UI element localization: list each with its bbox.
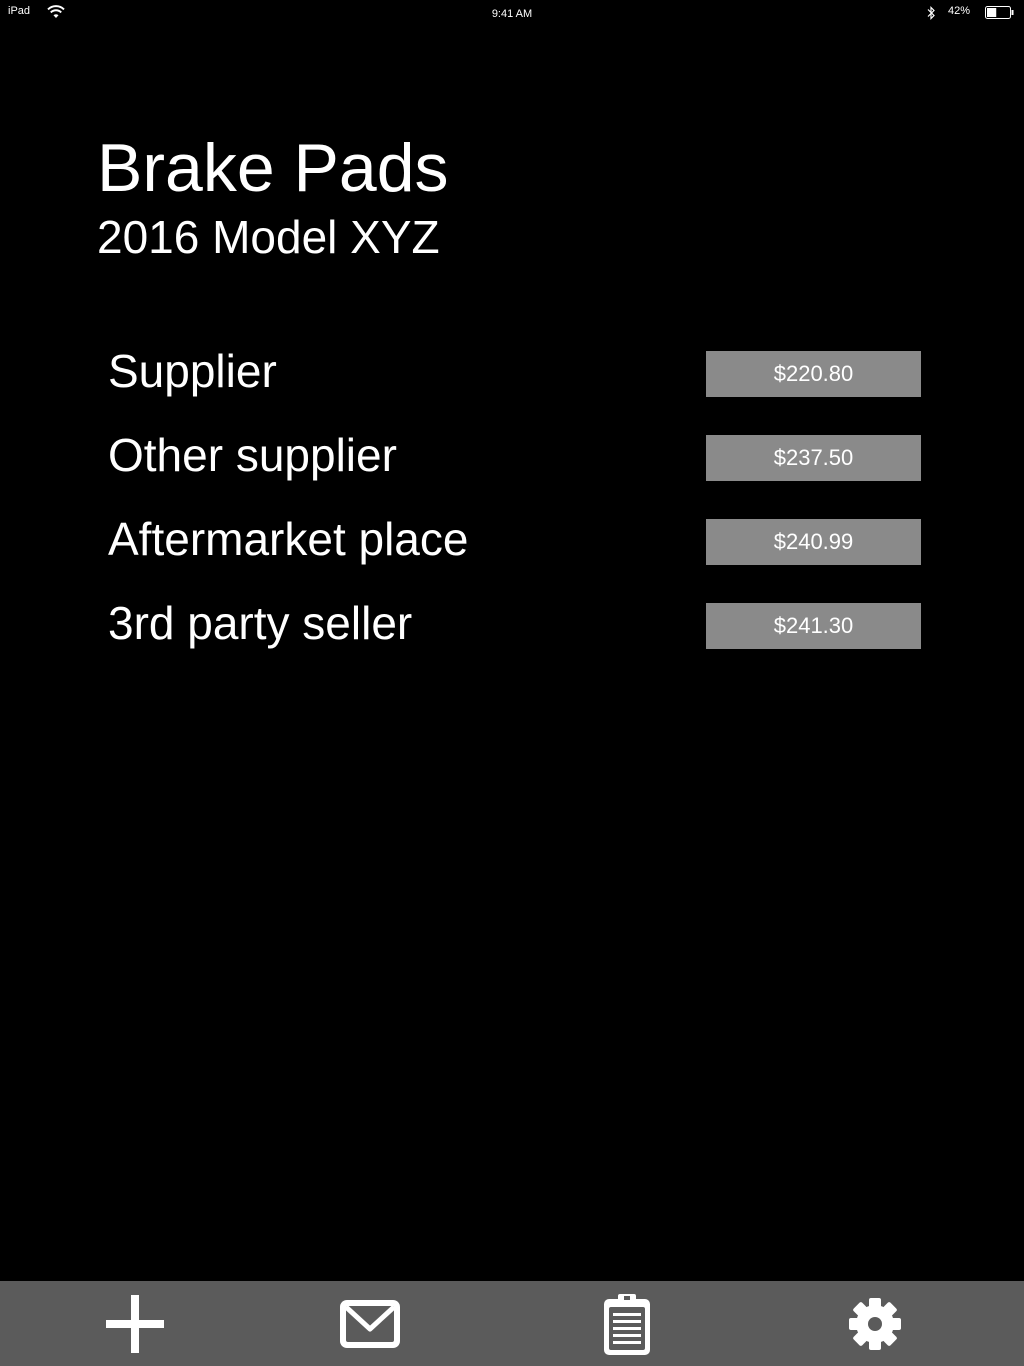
status-time: 9:41 AM	[491, 8, 533, 20]
bluetooth-icon	[926, 5, 936, 21]
battery-percent: 42%	[948, 5, 971, 17]
supplier-row: Supplier $220.80	[108, 340, 921, 424]
clipboard-icon	[594, 1291, 660, 1357]
price-button[interactable]: $240.99	[706, 519, 921, 565]
page-title: Brake Pads	[97, 130, 449, 206]
page-subtitle: 2016 Model XYZ	[97, 211, 440, 263]
supplier-name: Aftermarket place	[108, 513, 469, 565]
battery-icon	[985, 6, 1015, 20]
supplier-name: 3rd party seller	[108, 597, 413, 649]
price-button[interactable]: $237.50	[706, 435, 921, 481]
supplier-list: Supplier $220.80 Other supplier $237.50 …	[108, 340, 921, 676]
price-button[interactable]: $241.30	[706, 603, 921, 649]
plus-icon	[102, 1291, 168, 1357]
status-bar: iPad 9:41 AM 42%	[0, 0, 1024, 28]
supplier-name: Supplier	[108, 345, 277, 397]
supplier-row: Aftermarket place $240.99	[108, 508, 921, 592]
supplier-row: 3rd party seller $241.30	[108, 592, 921, 676]
mail-icon	[337, 1291, 403, 1357]
gear-icon	[842, 1291, 908, 1357]
mail-button[interactable]	[337, 1291, 403, 1357]
supplier-name: Other supplier	[108, 429, 397, 481]
bottom-toolbar	[0, 1281, 1024, 1366]
price-button[interactable]: $220.80	[706, 351, 921, 397]
add-button[interactable]	[102, 1291, 168, 1357]
clipboard-button[interactable]	[594, 1291, 660, 1357]
settings-button[interactable]	[842, 1291, 908, 1357]
supplier-row: Other supplier $237.50	[108, 424, 921, 508]
